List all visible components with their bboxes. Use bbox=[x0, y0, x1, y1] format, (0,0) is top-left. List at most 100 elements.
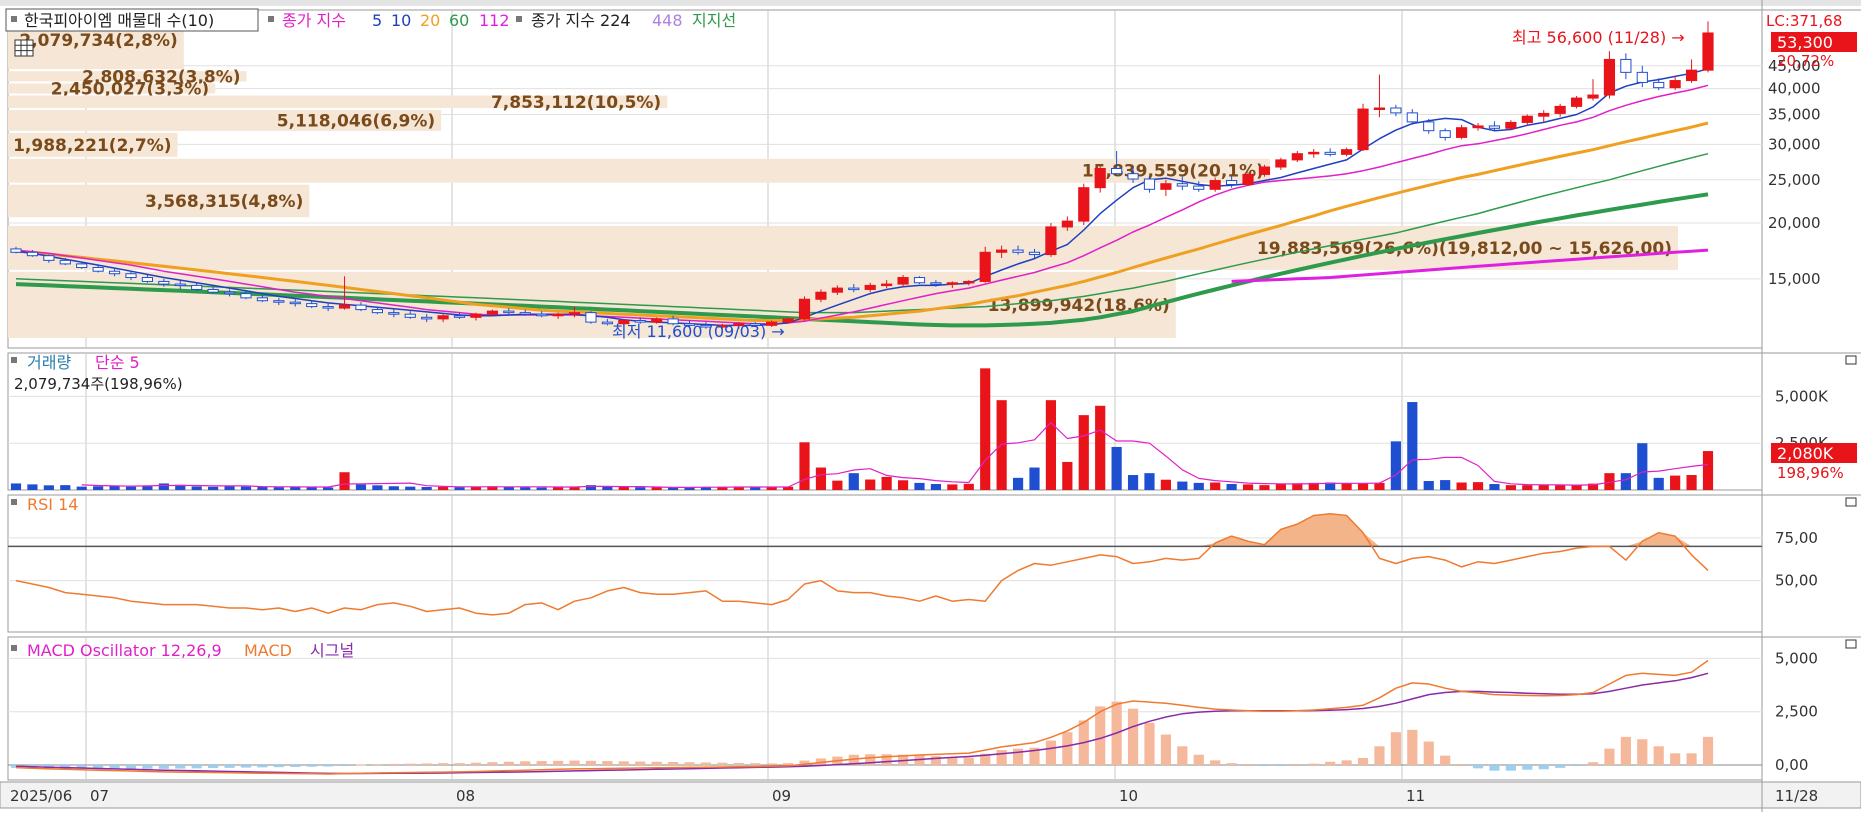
panel-close-icon bbox=[1845, 497, 1857, 507]
date-tick-label: 11/28 bbox=[1775, 787, 1818, 805]
last-price-badge: 53,300 bbox=[1777, 33, 1833, 52]
volume-bar bbox=[996, 400, 1007, 490]
volume-bar bbox=[1045, 400, 1057, 490]
macd-oscillator-bar bbox=[963, 757, 974, 766]
candle-body bbox=[1423, 121, 1435, 132]
volume-bar bbox=[1686, 475, 1697, 490]
volume-bar bbox=[1472, 482, 1484, 490]
candle-body bbox=[10, 248, 22, 253]
macd-oscillator-bar bbox=[1095, 706, 1106, 766]
candle-body bbox=[1554, 105, 1566, 114]
macd-oscillator-bar bbox=[1538, 765, 1549, 770]
candle-body bbox=[1587, 94, 1599, 99]
candle-body bbox=[1061, 220, 1073, 228]
candle-body bbox=[1357, 108, 1369, 151]
macd-oscillator-bar bbox=[684, 762, 695, 766]
volume-bar bbox=[93, 486, 104, 490]
macd-oscillator-bar bbox=[1062, 732, 1073, 766]
macd-oscillator-bar bbox=[487, 762, 498, 766]
candle-body bbox=[585, 312, 597, 323]
macd-oscillator-bar bbox=[323, 765, 334, 767]
macd-oscillator-bar bbox=[1144, 722, 1155, 766]
candle-body bbox=[404, 313, 416, 318]
candle-body bbox=[437, 315, 449, 320]
legend-marker bbox=[11, 645, 17, 651]
volume-bar bbox=[1390, 441, 1401, 490]
macd-oscillator-bar bbox=[1357, 758, 1369, 766]
candle-body bbox=[1143, 178, 1156, 190]
macd-oscillator-bar bbox=[1160, 734, 1171, 766]
volume-bar bbox=[43, 485, 54, 490]
volume-bar bbox=[224, 486, 235, 490]
volume-bar bbox=[799, 442, 810, 490]
candle-body bbox=[1127, 173, 1139, 180]
low-annotation: 최저 11,600 (09/03) → bbox=[612, 322, 785, 341]
macd-oscillator-bar bbox=[454, 763, 465, 766]
candle-body bbox=[815, 291, 827, 300]
macd-oscillator-bar bbox=[1275, 765, 1286, 767]
macd-oscillator-bar bbox=[405, 763, 416, 766]
volume-bar bbox=[1456, 482, 1467, 490]
candle-body bbox=[207, 288, 219, 293]
candle-body bbox=[1538, 112, 1550, 117]
legend-ma10: 10 bbox=[391, 11, 411, 30]
volume-bar bbox=[1078, 415, 1089, 490]
volume-legend-value: 2,079,734주(198,96%) bbox=[14, 375, 183, 393]
volume-bar bbox=[1407, 402, 1418, 490]
panel-close-icon bbox=[1845, 355, 1857, 365]
candle-body bbox=[1669, 80, 1681, 89]
candle-body bbox=[798, 298, 811, 320]
candle-body bbox=[256, 297, 269, 302]
candle-body bbox=[1275, 159, 1287, 168]
volume-bar bbox=[60, 485, 71, 490]
macd-oscillator-bar bbox=[1193, 754, 1204, 766]
rsi-tick-label: 75,00 bbox=[1775, 529, 1818, 547]
chart-canvas[interactable]: 45,00040,00035,00030,00025,00020,00015,0… bbox=[0, 0, 1861, 812]
macd-legend: MACD bbox=[244, 641, 292, 660]
candle-body bbox=[864, 284, 876, 290]
candle-body bbox=[1111, 167, 1123, 175]
macd-oscillator-bar bbox=[651, 761, 662, 766]
volume-bar bbox=[1620, 473, 1631, 490]
candle-body bbox=[486, 310, 498, 315]
macd-oscillator-bar bbox=[355, 764, 367, 766]
candle-body bbox=[108, 270, 121, 275]
candle-body bbox=[946, 282, 958, 285]
volume-bar bbox=[503, 487, 514, 490]
candle-body bbox=[1439, 130, 1451, 138]
volume-profile-label: 1,988,221(2,7%) bbox=[13, 136, 171, 156]
volume-bar bbox=[980, 368, 991, 490]
candle-body bbox=[1570, 97, 1583, 107]
volume-bar bbox=[914, 482, 925, 490]
candle-body bbox=[568, 312, 581, 315]
volume-bar bbox=[1275, 484, 1286, 490]
macd-oscillator-bar bbox=[1653, 746, 1664, 766]
candle-body bbox=[1620, 58, 1632, 73]
volume-bar bbox=[10, 483, 22, 490]
macd-oscillator-bar bbox=[158, 765, 169, 769]
volume-profile-label: 3,568,315(4,8%) bbox=[145, 192, 303, 212]
legend-marker bbox=[516, 16, 522, 22]
volume-bar bbox=[1111, 446, 1122, 490]
macd-oscillator-bar bbox=[1292, 765, 1303, 767]
volume-bar bbox=[208, 486, 219, 490]
macd-oscillator-bar bbox=[1226, 763, 1237, 766]
candle-body bbox=[1521, 115, 1533, 123]
candle-body bbox=[26, 251, 39, 257]
volume-bar bbox=[372, 485, 383, 490]
candle-body bbox=[1653, 81, 1665, 89]
volume-legend-ma: 단순 5 bbox=[95, 353, 140, 372]
legend-ma5: 5 bbox=[372, 11, 382, 30]
macd-oscillator-bar bbox=[1571, 765, 1582, 767]
candle-body bbox=[831, 287, 843, 293]
date-tick-label: 11 bbox=[1406, 787, 1425, 805]
volume-bar bbox=[438, 486, 449, 490]
volume-bar bbox=[1423, 481, 1434, 490]
table-icon bbox=[14, 39, 34, 57]
volume-bar bbox=[1702, 451, 1714, 490]
candle-body bbox=[191, 284, 203, 290]
macd-oscillator-bar bbox=[782, 763, 794, 766]
volume-bar bbox=[1095, 405, 1106, 490]
candle-body bbox=[453, 315, 466, 318]
candle-body bbox=[355, 304, 367, 311]
